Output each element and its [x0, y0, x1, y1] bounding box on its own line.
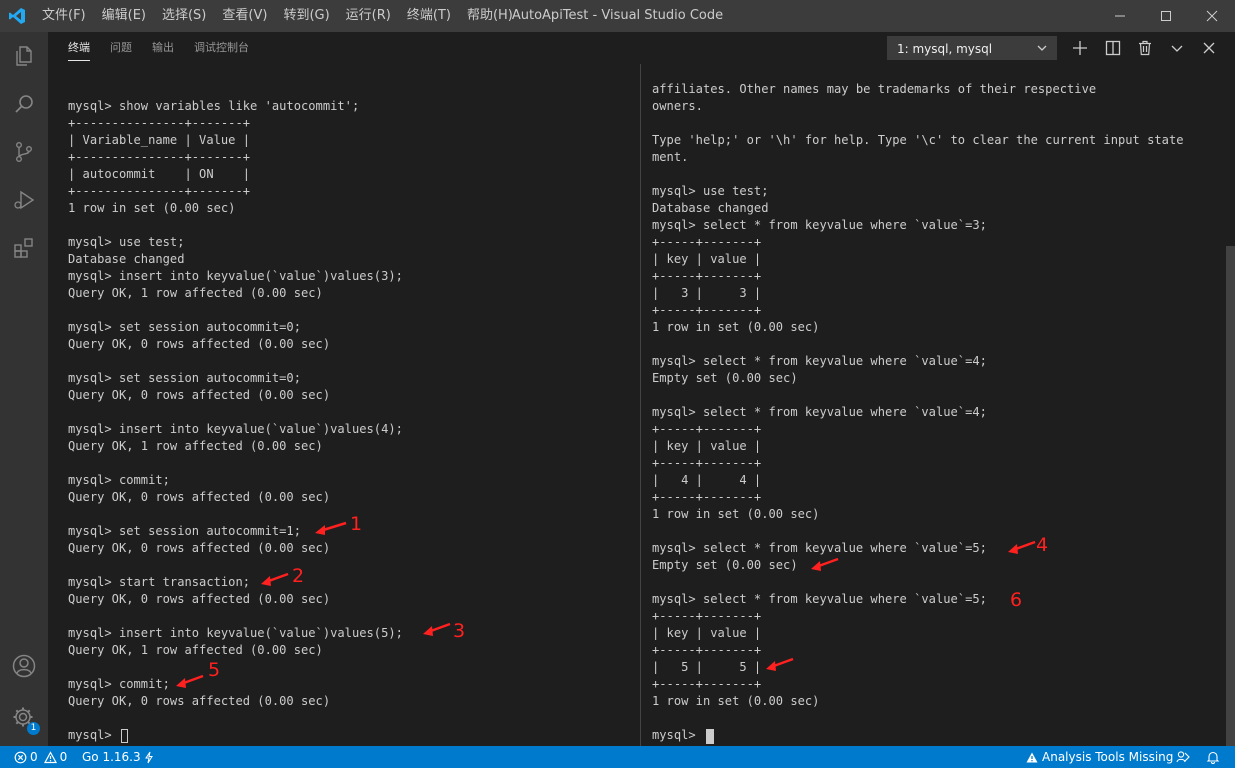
terminal-left-cursor	[121, 729, 128, 743]
annotation-arrow-2	[261, 572, 289, 586]
split-icon	[1105, 40, 1121, 56]
close-icon	[1203, 42, 1215, 54]
error-icon	[14, 751, 27, 763]
run-debug-icon	[14, 190, 35, 210]
analysis-tools-text: Analysis Tools Missing	[1042, 750, 1174, 764]
manage-button[interactable]: 1	[0, 694, 48, 742]
account-icon	[12, 654, 36, 678]
menu-selection[interactable]: 选择(S)	[154, 0, 214, 32]
problems-status[interactable]: 0 0	[14, 746, 67, 768]
close-window-button[interactable]	[1189, 0, 1235, 32]
menu-edit[interactable]: 编辑(E)	[94, 0, 154, 32]
go-version: Go 1.16.3	[82, 750, 141, 764]
explorer-button[interactable]	[0, 32, 48, 80]
status-bar: 0 0 Go 1.16.3 Analysis Tools Missing	[0, 746, 1235, 768]
annotation-arrow-3	[423, 622, 451, 636]
source-control-icon	[15, 142, 32, 163]
annotation-arrow-1	[315, 521, 347, 535]
plus-icon	[1073, 41, 1087, 55]
annotation-4: 4	[1036, 534, 1049, 556]
feedback-icon	[1176, 751, 1190, 763]
menu-bar: 文件(F) 编辑(E) 选择(S) 查看(V) 转到(G) 运行(R) 终端(T…	[34, 0, 521, 32]
settings-badge: 1	[27, 722, 40, 735]
terminal-divider[interactable]	[640, 64, 641, 746]
analysis-tools-status[interactable]: Analysis Tools Missing	[1025, 746, 1173, 768]
annotation-arrow-6	[766, 657, 794, 671]
menu-help[interactable]: 帮助(H)	[459, 0, 521, 32]
annotation-arrow-4b	[811, 557, 839, 571]
bell-icon	[1206, 751, 1220, 764]
files-icon	[16, 46, 32, 66]
minimize-icon	[1115, 15, 1125, 17]
menu-view[interactable]: 查看(V)	[214, 0, 275, 32]
menu-run[interactable]: 运行(R)	[338, 0, 399, 32]
tab-debug-console[interactable]: 调试控制台	[194, 32, 249, 64]
terminal-left[interactable]: mysql> show variables like 'autocommit';…	[68, 64, 638, 746]
annotation-1: 1	[350, 513, 363, 535]
notifications-button[interactable]	[1206, 746, 1220, 768]
annotation-2: 2	[292, 565, 305, 587]
warning-icon	[43, 750, 57, 763]
chevron-down-icon	[1171, 45, 1183, 52]
accounts-button[interactable]	[0, 642, 48, 690]
tab-terminal[interactable]: 终端	[68, 32, 90, 64]
tab-output[interactable]: 输出	[152, 32, 174, 64]
annotation-arrow-5	[176, 674, 204, 688]
search-icon	[15, 95, 33, 113]
live-share-button[interactable]	[1176, 746, 1190, 768]
activity-bar: 1	[0, 32, 48, 746]
run-debug-button[interactable]	[0, 176, 48, 224]
annotation-5: 5	[208, 659, 221, 681]
go-version-status[interactable]: Go 1.16.3	[82, 746, 154, 768]
close-panel-button[interactable]	[1199, 38, 1219, 58]
terminal-select-value: 1: mysql, mysql	[897, 42, 993, 56]
chevron-down-icon	[1037, 45, 1047, 51]
terminal-select[interactable]: 1: mysql, mysql	[887, 36, 1057, 60]
terminal-right[interactable]: affiliates. Other names may be trademark…	[652, 64, 1222, 746]
annotation-3: 3	[453, 620, 466, 642]
warning-icon	[1026, 752, 1038, 762]
annotation-arrow-4a	[1008, 540, 1036, 554]
terminal-left-output: mysql> show variables like 'autocommit';…	[68, 99, 403, 742]
lightning-icon	[144, 751, 153, 763]
terminal-right-cursor	[706, 729, 714, 744]
extensions-icon	[14, 238, 33, 258]
menu-go[interactable]: 转到(G)	[275, 0, 337, 32]
error-count: 0	[30, 750, 38, 764]
maximize-panel-button[interactable]	[1167, 38, 1187, 58]
terminal-scrollbar[interactable]	[1226, 246, 1235, 746]
minimize-button[interactable]	[1097, 0, 1143, 32]
search-button[interactable]	[0, 80, 48, 128]
terminal-right-output: affiliates. Other names may be trademark…	[652, 82, 1184, 742]
tab-problems[interactable]: 问题	[110, 32, 132, 64]
menu-file[interactable]: 文件(F)	[34, 0, 94, 32]
split-terminal-button[interactable]	[1103, 38, 1123, 58]
trash-icon	[1139, 40, 1151, 56]
warning-count: 0	[59, 750, 68, 764]
annotation-6: 6	[1010, 589, 1023, 611]
vscode-logo-icon	[0, 0, 34, 32]
close-icon	[1206, 10, 1218, 22]
new-terminal-button[interactable]	[1070, 38, 1090, 58]
maximize-icon	[1161, 11, 1171, 21]
extensions-button[interactable]	[0, 224, 48, 272]
kill-terminal-button[interactable]	[1135, 38, 1155, 58]
title-bar: 文件(F) 编辑(E) 选择(S) 查看(V) 转到(G) 运行(R) 终端(T…	[0, 0, 1235, 32]
maximize-button[interactable]	[1143, 0, 1189, 32]
source-control-button[interactable]	[0, 128, 48, 176]
menu-terminal[interactable]: 终端(T)	[399, 0, 459, 32]
panel-header: 终端 问题 输出 调试控制台 1: mysql, mysql	[48, 32, 1235, 64]
